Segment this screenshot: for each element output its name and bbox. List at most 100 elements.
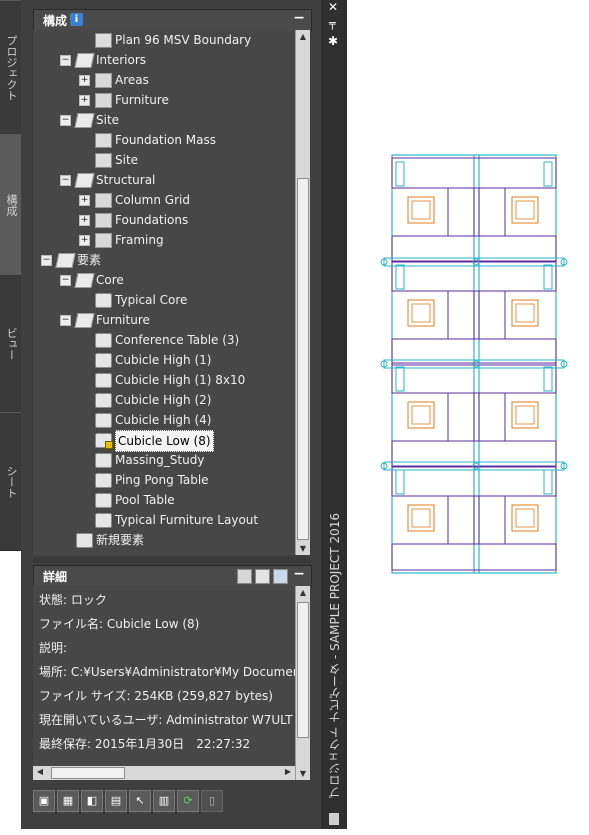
preview-icon[interactable] xyxy=(237,569,252,584)
folder-open-icon xyxy=(74,53,95,68)
tree-item-label: Cubicle High (1) xyxy=(115,353,212,367)
add-construct-icon[interactable]: ▣ xyxy=(33,790,55,812)
select-icon[interactable]: ↖ xyxy=(129,790,151,812)
paste-icon[interactable]: ▤ xyxy=(105,790,127,812)
building-icon xyxy=(95,133,112,148)
tree-item[interactable]: + Column Grid xyxy=(33,190,295,210)
tree-item-label: 新規要素 xyxy=(96,533,145,547)
refresh-icon[interactable]: ⟳ xyxy=(177,790,199,812)
tree-item[interactable]: Pool Table xyxy=(33,490,295,510)
expand-icon[interactable]: + xyxy=(79,95,90,106)
folder-icon xyxy=(95,213,112,228)
expand-icon[interactable]: + xyxy=(79,235,90,246)
panel-splitter[interactable] xyxy=(33,557,310,563)
element-icon xyxy=(95,473,112,488)
tab-sheets-label: シート xyxy=(5,465,18,498)
scroll-right-icon[interactable]: ▶ xyxy=(281,767,295,776)
add-element-icon[interactable]: ◧ xyxy=(81,790,103,812)
scroll-left-icon[interactable]: ◀ xyxy=(33,767,47,776)
info-icon[interactable]: i xyxy=(70,13,83,26)
collapse-tree-icon[interactable]: − xyxy=(60,275,71,286)
details-scroll-down-icon[interactable]: ▼ xyxy=(296,769,310,778)
tree-item[interactable]: − Core xyxy=(33,270,295,290)
tree-item[interactable]: Conference Table (3) xyxy=(33,330,295,350)
pin-icon[interactable]: ╤ xyxy=(329,17,336,30)
details-collapse-icon[interactable]: − xyxy=(293,566,305,582)
collapse-tree-icon[interactable]: − xyxy=(60,115,71,126)
tree-item[interactable]: + Framing xyxy=(33,230,295,250)
collapse-tree-icon[interactable]: − xyxy=(60,55,71,66)
detail-filename: ファイル名: Cubicle Low (8) xyxy=(39,617,200,631)
tab-sheets[interactable]: シート xyxy=(0,412,21,551)
scroll-down-icon[interactable]: ▼ xyxy=(296,544,310,553)
file-cabinet xyxy=(395,366,405,392)
tree-item[interactable]: + Foundations xyxy=(33,210,295,230)
scroll-up-icon[interactable]: ▲ xyxy=(296,32,310,41)
tree-item[interactable]: Typical Core xyxy=(33,290,295,310)
tree-item[interactable]: Cubicle High (1) xyxy=(33,350,295,370)
expand-icon[interactable]: + xyxy=(79,215,90,226)
tree-item[interactable]: − 要素 xyxy=(33,250,295,270)
details-scroll-thumb[interactable] xyxy=(297,602,309,738)
tree-item-label: Structural xyxy=(96,173,156,187)
tree-item[interactable]: Cubicle High (2) xyxy=(33,390,295,410)
element-icon xyxy=(95,333,112,348)
tree-item[interactable]: Typical Furniture Layout xyxy=(33,510,295,530)
settings-icon[interactable]: ✱ xyxy=(328,34,338,48)
tree-item[interactable]: − Interiors xyxy=(33,50,295,70)
tree-item[interactable]: Ping Pong Table xyxy=(33,470,295,490)
tree-item[interactable]: Foundation Mass xyxy=(33,130,295,150)
element-icon xyxy=(95,513,112,528)
details-content: 状態: ロック ファイル名: Cubicle Low (8) 説明: 場所: C… xyxy=(33,586,295,766)
expand-icon[interactable]: + xyxy=(79,75,90,86)
tab-views[interactable]: ビュー xyxy=(0,274,21,414)
detail-description: 説明: xyxy=(39,641,68,655)
detail-location: 場所: C:¥Users¥Administrator¥My Documen xyxy=(39,665,295,679)
properties-icon[interactable]: ▥ xyxy=(153,790,175,812)
tab-project[interactable]: プロジェクト xyxy=(0,0,21,136)
close-icon[interactable]: ✕ xyxy=(328,0,338,14)
tree-scrollbar[interactable]: ▲ ▼ xyxy=(295,30,310,555)
details-scrollbar[interactable]: ▲ ▼ xyxy=(295,586,310,780)
detail-last-saved: 最終保存: 2015年1月30日 22:27:32 xyxy=(39,737,251,751)
image-icon[interactable] xyxy=(273,569,288,584)
folder-open-icon xyxy=(74,113,95,128)
collapse-tree-icon[interactable]: − xyxy=(41,255,52,266)
tab-constructs[interactable]: 構成 xyxy=(0,134,21,276)
menu-icon[interactable] xyxy=(329,813,339,825)
file-cabinet xyxy=(395,264,405,290)
expand-icon[interactable]: + xyxy=(79,195,90,206)
constructs-tree[interactable]: Plan 96 MSV Boundary − Interiors + Areas + Fur… xyxy=(33,30,295,555)
tree-item-label: Foundation Mass xyxy=(115,133,217,147)
details-icon[interactable] xyxy=(255,569,270,584)
details-hscrollbar[interactable]: ◀ ▶ xyxy=(33,766,295,780)
tree-item[interactable]: + Furniture xyxy=(33,90,295,110)
add-building-icon[interactable]: ▦ xyxy=(57,790,79,812)
tree-item[interactable]: − Furniture xyxy=(33,310,295,330)
tree-item-label: Typical Core xyxy=(115,293,188,307)
chair-seat xyxy=(411,405,431,425)
tree-item[interactable]: Massing_Study xyxy=(33,450,295,470)
file-cabinet xyxy=(395,469,405,495)
tree-item[interactable]: − Site xyxy=(33,110,295,130)
tree-item[interactable]: Cubicle High (1) 8x10 xyxy=(33,370,295,390)
collapse-tree-icon[interactable]: − xyxy=(60,315,71,326)
tree-item[interactable]: Plan 96 MSV Boundary xyxy=(33,30,295,50)
folder-open-icon xyxy=(74,173,95,188)
tree-item[interactable]: − Structural xyxy=(33,170,295,190)
collapse-tree-icon[interactable]: − xyxy=(60,175,71,186)
element-icon xyxy=(95,373,112,388)
tree-scroll-thumb[interactable] xyxy=(297,178,309,540)
tree-item[interactable]: Site xyxy=(33,150,295,170)
tree-item[interactable]: 新規要素 xyxy=(33,530,295,550)
tree-item-label: Typical Furniture Layout xyxy=(115,513,259,527)
tree-item-label: Cubicle High (1) 8x10 xyxy=(115,373,246,387)
details-scroll-up-icon[interactable]: ▲ xyxy=(296,588,310,597)
tree-item[interactable]: Cubicle Low (8) xyxy=(33,430,295,452)
details-hscroll-thumb[interactable] xyxy=(51,767,125,779)
tree-item[interactable]: + Areas xyxy=(33,70,295,90)
side-panel xyxy=(447,187,475,237)
tree-item[interactable]: Cubicle High (4) xyxy=(33,410,295,430)
collapse-icon[interactable]: − xyxy=(293,10,305,26)
repath-icon[interactable]: ▯ xyxy=(201,790,223,812)
